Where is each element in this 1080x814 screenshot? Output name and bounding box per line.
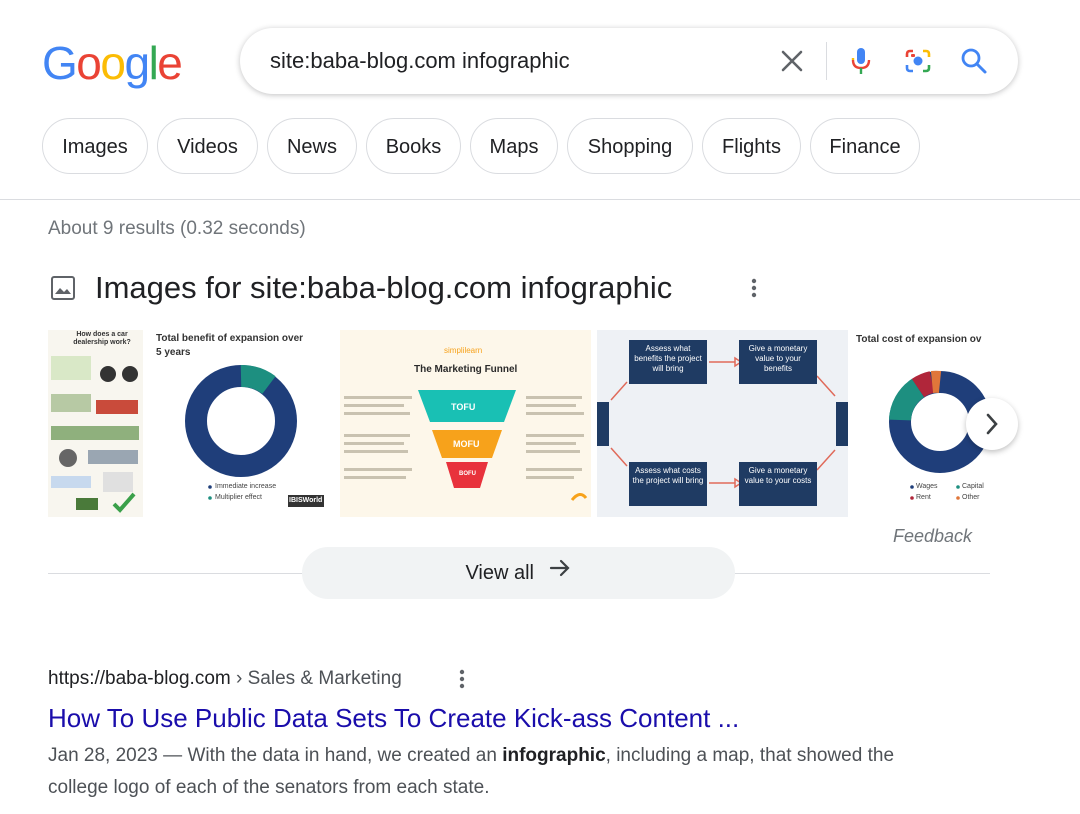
camera-lens-icon[interactable] [902,45,934,77]
legend-label: Multiplier effect [215,494,262,501]
logo-letter: o [100,37,126,89]
legend-label: Wages [916,483,938,490]
microphone-icon[interactable] [845,45,877,77]
funnel-stage: TOFU [451,402,476,412]
snippet-text: With the data in hand, we created an [187,745,503,766]
result-stats: About 9 results (0.32 seconds) [48,218,306,239]
arrow-right-icon [548,548,572,600]
diagram-box: Give a monetary value to your costs [739,462,817,506]
image-thumbnail-total-benefit[interactable]: Total benefit of expansion over 5 years … [148,330,334,517]
diagram-box: Give a monetary value to your benefits [739,340,817,384]
google-logo[interactable]: Google [42,37,183,89]
chip-books[interactable]: Books [366,118,461,174]
result-dash: — [157,745,188,766]
result-breadcrumb: › Sales & Marketing [230,668,402,689]
search-result: https://baba-blog.com › Sales & Marketin… [48,664,948,804]
result-url[interactable]: https://baba-blog.com › Sales & Marketin… [48,664,948,694]
image-thumbnail-cost-benefit[interactable]: Assess what benefits the project will br… [597,330,848,517]
view-all-button[interactable]: View all [302,547,735,599]
thumb-title: How does a car dealership work? [73,331,131,346]
images-section-title: Images for site:baba-blog.com infographi… [95,270,673,305]
chip-flights[interactable]: Flights [702,118,801,174]
chip-finance[interactable]: Finance [810,118,920,174]
chip-news[interactable]: News [267,118,357,174]
legend-label: Rent [916,494,931,501]
chip-maps[interactable]: Maps [470,118,558,174]
logo-letter: o [76,37,102,89]
search-icon[interactable] [958,45,990,77]
chip-shopping[interactable]: Shopping [567,118,693,174]
image-carousel: How does a car dealership work? Total be… [48,330,990,517]
image-icon [50,275,76,306]
legend-label: Capital [962,483,984,490]
logo-letter: G [42,37,78,89]
diagram-box: Assess what benefits the project will br… [629,340,707,384]
view-all-label: View all [465,562,534,584]
result-domain: https://baba-blog.com [48,668,231,689]
chevron-right-icon [986,413,998,435]
legend-label: Immediate increase [215,483,277,490]
feedback-link[interactable]: Feedback [893,526,972,547]
search-divider [826,42,827,80]
result-title-link[interactable]: How To Use Public Data Sets To Create Ki… [48,700,948,736]
logo-letter: l [148,37,159,89]
chip-videos[interactable]: Videos [157,118,258,174]
funnel-stage: BOFU [459,471,476,477]
carousel-next-button[interactable] [966,398,1018,450]
header-divider [0,199,1080,200]
image-thumbnail-marketing-funnel[interactable]: simplilearn The Marketing Funnel TOFU MO… [340,330,591,517]
legend-label: Other [962,494,980,501]
snippet-highlight: infographic [502,745,606,766]
chip-images[interactable]: Images [42,118,148,174]
result-snippet: Jan 28, 2023 — With the data in hand, we… [48,740,948,804]
thumb-brand: IBISWorld [289,497,323,504]
logo-letter: e [157,37,183,89]
more-options-icon[interactable] [744,276,764,305]
result-date: Jan 28, 2023 [48,745,158,766]
diagram-box: Assess what costs the project will bring [629,462,707,506]
image-thumbnail-car-dealership[interactable]: How does a car dealership work? [48,330,143,517]
search-box[interactable]: site:baba-blog.com infographic [240,28,1018,94]
logo-letter: g [124,37,150,89]
search-input[interactable]: site:baba-blog.com infographic [270,28,570,94]
result-more-options-icon[interactable] [452,667,472,696]
close-icon[interactable] [776,45,808,77]
funnel-stage: MOFU [453,439,480,449]
